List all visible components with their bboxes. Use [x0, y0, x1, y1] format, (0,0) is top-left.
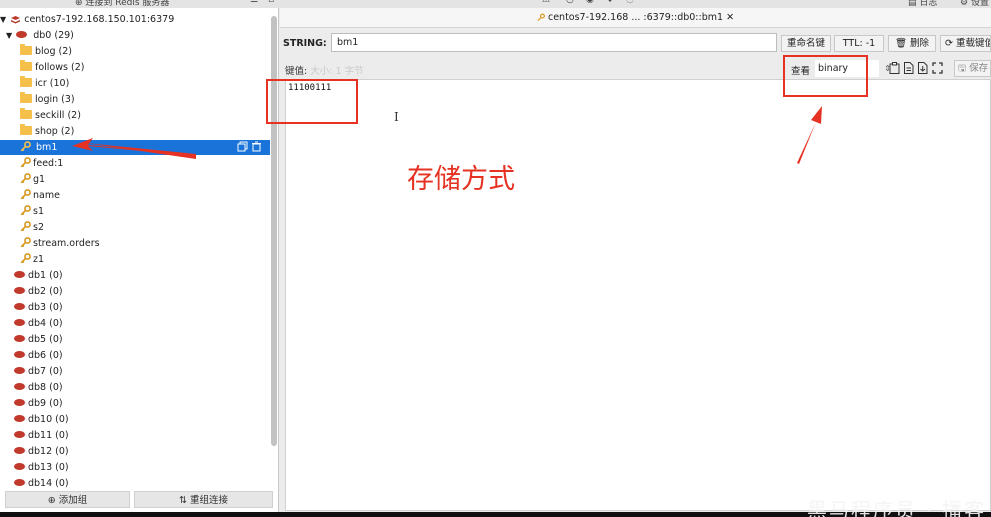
annotation-arrows: [72, 106, 822, 164]
arrow-shaft-bm1: [85, 143, 196, 159]
annotation-text: 存储方式: [407, 164, 515, 195]
watermark: 黑马程序员 · 播客: [807, 498, 987, 517]
arrow-to-view-mode-icon: [797, 106, 822, 164]
